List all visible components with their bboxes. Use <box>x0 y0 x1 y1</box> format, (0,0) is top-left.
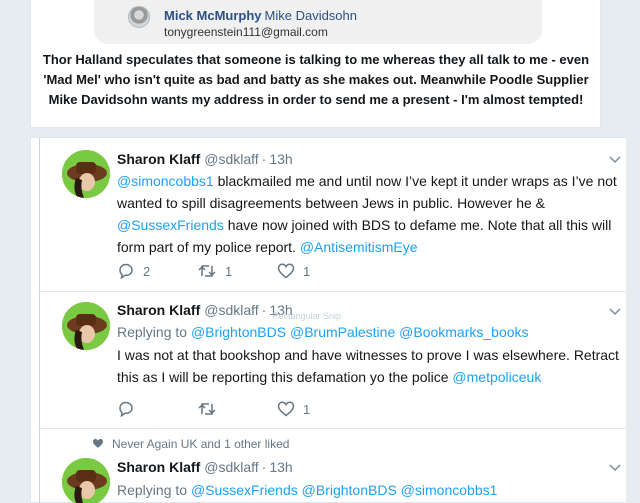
tweet-actions: 2 1 1 <box>117 261 417 281</box>
avatar[interactable] <box>62 150 110 198</box>
tweet-text-segment: I was not at that bookshop and have witn… <box>117 347 619 385</box>
like-icon <box>277 263 295 279</box>
screenshot-root: Mick McMurphy Mike Davidsohn tonygreenste… <box>0 0 640 503</box>
avatar[interactable] <box>62 458 110 503</box>
author-name[interactable]: Sharon Klaff <box>117 459 200 475</box>
reply-mention-link[interactable]: @simoncobbs1 <box>401 482 498 498</box>
author-name[interactable]: Sharon Klaff <box>117 151 200 167</box>
reply-icon <box>119 263 133 279</box>
conversation-line <box>39 138 40 503</box>
sender-avatar <box>128 6 150 28</box>
like-count: 1 <box>303 263 311 279</box>
separator-dot: · <box>261 302 267 318</box>
retweet-button[interactable]: 1 <box>197 261 232 281</box>
tweet-author-line: Sharon Klaff @sdklaff · 13h <box>117 459 293 475</box>
snip-overlay-ghost: Rectangular Snip <box>272 311 342 321</box>
email-body-text: Thor Halland speculates that someone is … <box>42 52 590 107</box>
email-sender-address: tonygreenstein111@gmail.com <box>164 25 328 39</box>
mention-link[interactable]: @simoncobbs1 <box>117 173 214 189</box>
mention-link[interactable]: @AntisemitismEye <box>300 239 418 255</box>
reply-mention-link[interactable]: @BrightonBDS <box>302 482 397 498</box>
avatar[interactable] <box>62 302 110 350</box>
tweet-divider <box>38 291 640 292</box>
email-from-line: Mick McMurphy Mike Davidsohn <box>164 8 357 23</box>
like-count: 1 <box>303 401 311 417</box>
mention-link[interactable]: @SussexFriends <box>117 217 224 233</box>
replying-to-label: Replying to <box>117 324 188 340</box>
separator-dot: · <box>261 459 267 475</box>
replying-to-line: Replying to @SussexFriends @BrightonBDS … <box>117 482 497 498</box>
author-handle[interactable]: @sdklaff <box>204 459 258 475</box>
like-button[interactable]: 1 <box>277 399 310 419</box>
avatar-image <box>62 458 110 503</box>
reply-button[interactable]: 2 <box>117 261 150 281</box>
scrollbar-track[interactable] <box>626 0 640 503</box>
reply-count: 2 <box>143 263 151 279</box>
retweet-count: 1 <box>225 263 233 279</box>
email-sender-name: Mick McMurphy <box>164 8 262 23</box>
author-name[interactable]: Sharon Klaff <box>117 302 200 318</box>
tweet-actions: 1 <box>117 399 417 419</box>
reply-mention-link[interactable]: @BrumPalestine <box>290 324 395 340</box>
chevron-down-icon[interactable] <box>608 461 622 475</box>
reply-mention-link[interactable]: @SussexFriends <box>191 482 298 498</box>
reply-mention-link[interactable]: @BrightonBDS <box>191 324 286 340</box>
social-context[interactable]: Never Again UK and 1 other liked <box>92 437 289 452</box>
mention-link[interactable]: @metpoliceuk <box>452 369 541 385</box>
email-recipient-name: Mike Davidsohn <box>264 8 358 23</box>
reply-mention-link[interactable]: @Bookmarks_books <box>399 324 528 340</box>
tweet-text: @simoncobbs1 blackmailed me and until no… <box>117 170 627 258</box>
chevron-down-icon[interactable] <box>608 305 622 319</box>
tweet-timestamp[interactable]: 13h <box>269 459 292 475</box>
separator-dot: · <box>261 151 267 167</box>
author-handle[interactable]: @sdklaff <box>204 151 258 167</box>
tweet-author-line: Sharon Klaff @sdklaff · 13h <box>117 302 293 318</box>
chevron-down-icon[interactable] <box>608 153 622 167</box>
retweet-icon <box>198 403 216 415</box>
heart-icon <box>92 438 104 452</box>
tweet-divider <box>38 428 640 429</box>
tweet-text: I was not at that bookshop and have witn… <box>117 344 627 388</box>
avatar-image <box>62 302 110 350</box>
like-button[interactable]: 1 <box>277 261 310 281</box>
like-icon <box>277 401 295 417</box>
author-handle[interactable]: @sdklaff <box>204 302 258 318</box>
reply-button[interactable] <box>117 399 143 419</box>
replying-to-label: Replying to <box>117 482 188 498</box>
tweet-author-line: Sharon Klaff @sdklaff · 13h <box>117 151 293 167</box>
retweet-button[interactable] <box>197 399 225 419</box>
reply-icon <box>119 401 133 417</box>
avatar-image <box>62 150 110 198</box>
replying-to-line: Replying to @BrightonBDS @BrumPalestine … <box>117 324 529 340</box>
tweet-timestamp[interactable]: 13h <box>269 151 292 167</box>
liked-by-text: Never Again UK and 1 other liked <box>112 437 290 451</box>
retweet-icon <box>198 265 216 277</box>
